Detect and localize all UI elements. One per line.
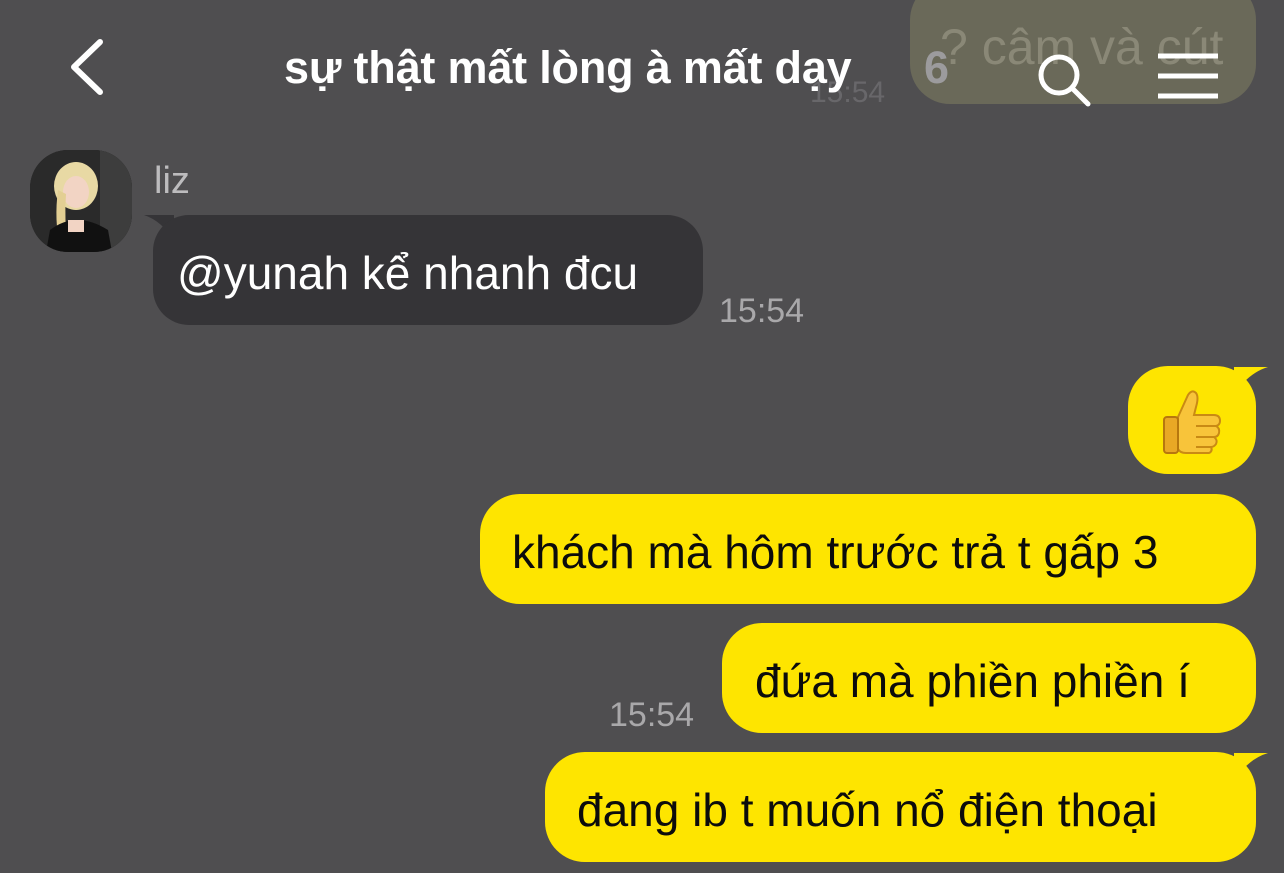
outgoing-message-time: 15:54 xyxy=(609,696,695,734)
hamburger-menu-icon xyxy=(1158,53,1218,99)
back-button[interactable] xyxy=(60,36,116,98)
incoming-message-text: @yunah kể nhanh đcu xyxy=(177,247,639,299)
menu-button[interactable] xyxy=(1156,50,1220,102)
thumbs-up-icon xyxy=(1163,390,1222,454)
search-button[interactable] xyxy=(1034,50,1094,110)
chevron-left-icon xyxy=(71,39,103,95)
sender-name: liz xyxy=(154,160,190,202)
search-icon xyxy=(1038,54,1091,107)
incoming-message-time: 15:54 xyxy=(719,292,805,330)
sender-avatar[interactable] xyxy=(30,150,132,252)
outgoing-message-text: đứa mà phiền phiền í xyxy=(755,655,1190,707)
avatar-image xyxy=(30,150,132,252)
outgoing-message-text: khách mà hôm trước trả t gấp 3 xyxy=(512,526,1159,578)
chat-title: sự thật mất lòng à mất dạy xyxy=(284,42,852,93)
outgoing-message-text: đang ib t muốn nổ điện thoại xyxy=(577,784,1158,836)
member-count: 6 xyxy=(924,42,950,93)
chat-header: sự thật mất lòng à mất dạy 6 xyxy=(0,0,1284,135)
